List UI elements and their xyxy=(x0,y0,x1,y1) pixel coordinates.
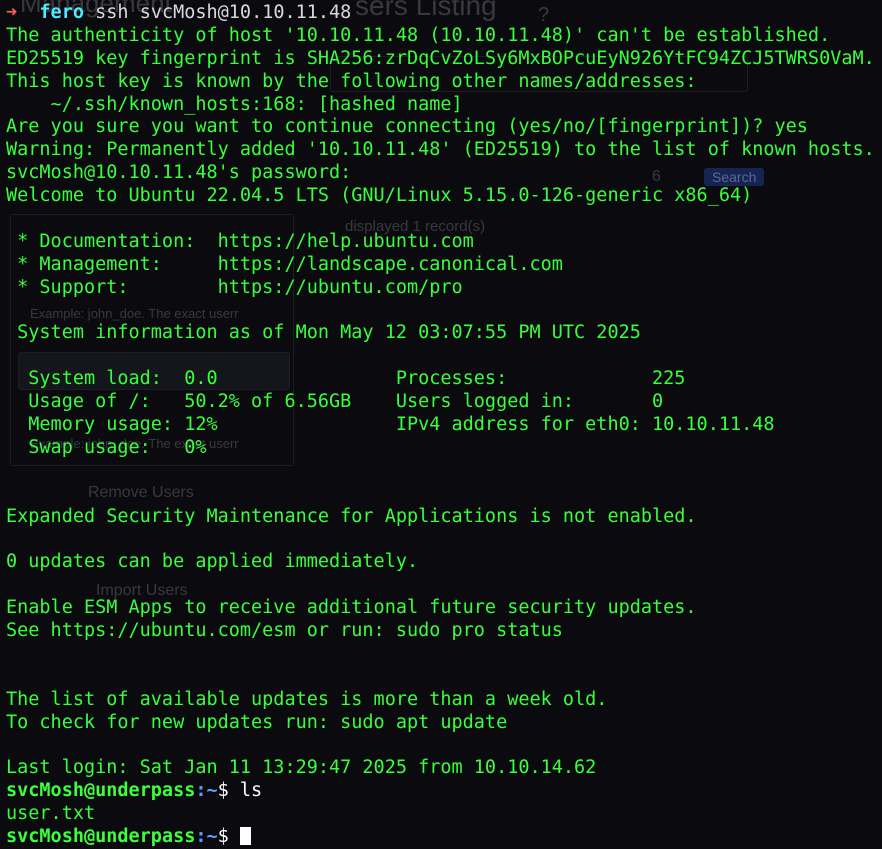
ssh-target: svcMosh@10.10.11.48 xyxy=(139,2,352,23)
output-line: System load: 0.0 Processes: 225 xyxy=(6,368,686,390)
typed-command: ls xyxy=(239,780,263,802)
output-line: * Documentation: https://help.ubuntu.com xyxy=(6,230,474,252)
output-line: Usage of /: 50.2% of 6.56GB Users logged… xyxy=(6,391,664,413)
output-line: Welcome to Ubuntu 22.04.5 LTS (GNU/Linux… xyxy=(6,185,753,207)
output-line: ED25519 key fingerprint is SHA256:zrDqCv… xyxy=(6,47,875,69)
output-line: The authenticity of host '10.10.11.48 (1… xyxy=(6,24,831,46)
output-line: System information as of Mon May 12 03:0… xyxy=(6,322,641,344)
prompt-user-host: svcMosh@underpass xyxy=(6,780,196,802)
output-line: Swap usage: 0% xyxy=(6,436,207,458)
output-line: 0 updates can be applied immediately. xyxy=(6,551,419,573)
output-line: See https://ubuntu.com/esm or run: sudo … xyxy=(6,620,563,642)
prompt-path: :~ xyxy=(195,780,218,802)
output-line: Expanded Security Maintenance for Applic… xyxy=(6,505,697,527)
prompt-symbol: $ xyxy=(217,780,240,802)
output-line: * Support: https://ubuntu.com/pro xyxy=(6,276,463,298)
output-line: Warning: Permanently added '10.10.11.48'… xyxy=(6,139,875,161)
output-line: To check for new updates run: sudo apt u… xyxy=(6,711,508,733)
prompt-symbol: $ xyxy=(217,826,240,848)
terminal-window[interactable]: ➜ fero ssh svcMosh@10.10.11.48 The authe… xyxy=(6,2,882,849)
output-line: Last login: Sat Jan 11 13:29:47 2025 fro… xyxy=(6,757,597,779)
prompt-user-host: svcMosh@underpass xyxy=(6,826,196,848)
output-line: * Management: https://landscape.canonica… xyxy=(6,253,563,275)
local-username: fero xyxy=(39,2,84,23)
ls-output: user.txt xyxy=(6,803,96,825)
ssh-command: ssh xyxy=(95,2,129,23)
ssh-command-line: ➜ fero ssh svcMosh@10.10.11.48 xyxy=(6,2,882,25)
prompt-arrow-icon: ➜ xyxy=(6,2,18,23)
output-line: Are you sure you want to continue connec… xyxy=(6,116,808,138)
output-line: Memory usage: 12% IPv4 address for eth0:… xyxy=(6,414,775,436)
output-line: svcMosh@10.10.11.48's password: xyxy=(6,162,352,184)
active-prompt-line[interactable]: svcMosh@underpass:~$ xyxy=(6,826,882,849)
output-line: The list of available updates is more th… xyxy=(6,688,608,710)
prompt-path: :~ xyxy=(195,826,218,848)
output-line: This host key is known by the following … xyxy=(6,70,697,92)
output-line: ~/.ssh/known_hosts:168: [hashed name] xyxy=(6,93,463,115)
shell-prompt-line: svcMosh@underpass:~$ ls xyxy=(6,780,882,803)
output-line: Enable ESM Apps to receive additional fu… xyxy=(6,597,697,619)
